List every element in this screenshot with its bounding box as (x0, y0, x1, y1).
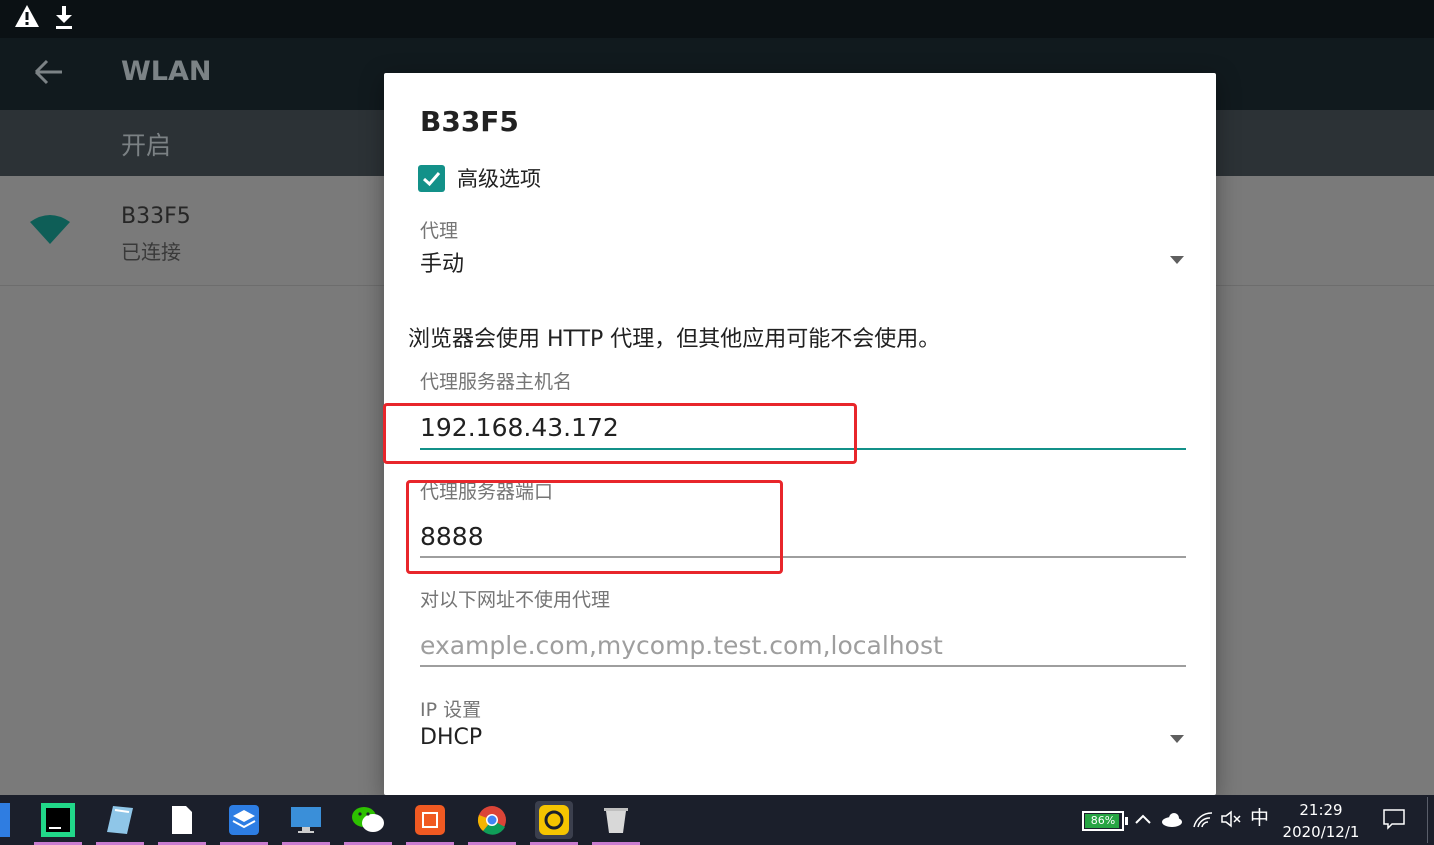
orange-app-icon[interactable] (406, 801, 454, 845)
page-title: WLAN (121, 56, 212, 87)
advanced-options-row[interactable]: 高级选项 (418, 163, 541, 193)
chevron-up-icon[interactable] (1134, 807, 1152, 838)
advanced-options-checkbox[interactable] (418, 164, 445, 192)
monitor-icon[interactable] (282, 801, 330, 845)
clock-time: 21:29 (1299, 801, 1343, 819)
proxy-host-input[interactable] (420, 404, 1186, 450)
yellow-app-icon[interactable] (530, 801, 578, 845)
proxy-spinner[interactable]: 手动 (420, 246, 464, 278)
taskbar (0, 795, 1434, 845)
notepad-icon[interactable] (96, 801, 144, 845)
layers-app-icon[interactable] (220, 801, 268, 845)
warning-icon (14, 4, 40, 37)
pycharm-icon[interactable] (34, 801, 82, 845)
wifi-tray-icon[interactable] (1192, 807, 1214, 838)
ime-indicator[interactable]: 中 (1250, 806, 1269, 830)
speaker-muted-icon[interactable] (1220, 807, 1244, 838)
partial-app-icon[interactable] (0, 803, 10, 837)
proxy-port-input[interactable] (420, 513, 1186, 559)
ip-settings-spinner[interactable]: DHCP (420, 725, 482, 750)
network-settings-dialog: B33F5 高级选项 代理 手动 浏览器会使用 HTTP 代理，但其他应用可能不… (384, 73, 1216, 795)
notification-icon[interactable] (1382, 807, 1406, 838)
wlan-switch-label: 开启 (121, 131, 172, 160)
bypass-underline (420, 665, 1186, 667)
battery-indicator[interactable]: 86% (1082, 811, 1128, 831)
back-arrow-icon[interactable] (32, 52, 68, 92)
chrome-icon[interactable] (468, 801, 516, 845)
advanced-options-label: 高级选项 (457, 167, 541, 191)
taskbar-clock[interactable]: 21:29 2020/12/1 (1282, 799, 1360, 843)
checkmark-icon (422, 171, 441, 186)
status-bar (0, 0, 1434, 38)
wechat-icon[interactable] (344, 801, 392, 845)
network-status: 已连接 (121, 240, 181, 264)
download-icon (54, 4, 74, 39)
clock-date: 2020/12/1 (1282, 823, 1360, 841)
ip-settings-dropdown-icon[interactable] (1170, 735, 1184, 743)
proxy-note: 浏览器会使用 HTTP 代理，但其他应用可能不会使用。 (408, 327, 941, 352)
cloud-icon[interactable] (1160, 807, 1184, 838)
show-desktop-divider[interactable] (1427, 797, 1428, 843)
ip-settings-label: IP 设置 (420, 699, 482, 721)
wifi-signal-icon (30, 214, 70, 246)
proxy-host-underline (420, 448, 1186, 450)
proxy-dropdown-icon[interactable] (1170, 256, 1184, 264)
proxy-label: 代理 (420, 220, 459, 242)
file-icon[interactable] (158, 801, 206, 845)
battery-percent: 86% (1090, 814, 1116, 827)
network-ssid: B33F5 (121, 204, 191, 229)
proxy-port-label: 代理服务器端口 (420, 481, 554, 503)
bypass-input[interactable] (420, 622, 1186, 668)
proxy-port-underline (420, 556, 1186, 558)
dialog-title: B33F5 (420, 105, 519, 138)
proxy-host-label: 代理服务器主机名 (420, 371, 573, 393)
recycle-icon[interactable] (592, 801, 640, 845)
bypass-label: 对以下网址不使用代理 (420, 589, 611, 611)
